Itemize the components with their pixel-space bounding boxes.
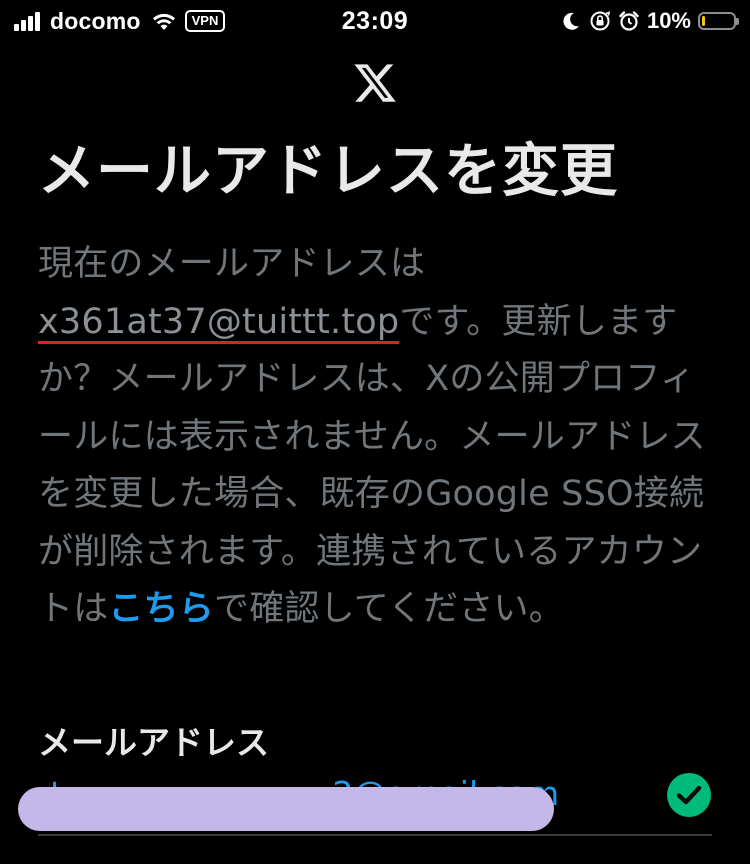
page-title: メールアドレスを変更 <box>38 138 618 204</box>
status-bar-left: docomo VPN <box>14 6 226 36</box>
battery-level-fill <box>702 16 705 26</box>
moon-icon <box>563 12 579 30</box>
alarm-icon <box>619 11 639 31</box>
email-input-underline <box>38 834 712 836</box>
battery-icon <box>698 12 739 30</box>
email-input[interactable]: t••••••••••••• 2@gmail.com <box>18 762 712 836</box>
x-logo-icon <box>354 64 396 102</box>
description-text: 現在のメールアドレスは x361at37@tuittt.topです。更新しますか？… <box>38 236 718 639</box>
description-prefix: 現在のメールアドレスは <box>38 244 426 284</box>
description-middle: です。更新しますか？メールアドレスは、Xの公開プロフィールには表示されません。メ… <box>38 301 706 630</box>
orientation-lock-icon <box>590 11 610 31</box>
carrier-name: docomo <box>50 7 141 34</box>
description-suffix: で確認してください。 <box>214 589 564 629</box>
signal-icon <box>14 11 42 31</box>
status-bar: docomo VPN 23:09 10% <box>0 0 750 42</box>
email-field-label: メールアドレス <box>38 723 269 762</box>
check-circle-icon <box>667 773 711 817</box>
status-bar-right: 10% <box>560 6 739 36</box>
redaction-overlay <box>18 787 554 831</box>
current-email: x361at37@tuittt.top <box>38 301 400 342</box>
vpn-badge: VPN <box>184 10 226 32</box>
linked-accounts-link[interactable]: こちら <box>108 589 214 629</box>
battery-percent: 10% <box>646 8 691 33</box>
wifi-icon <box>152 13 175 30</box>
